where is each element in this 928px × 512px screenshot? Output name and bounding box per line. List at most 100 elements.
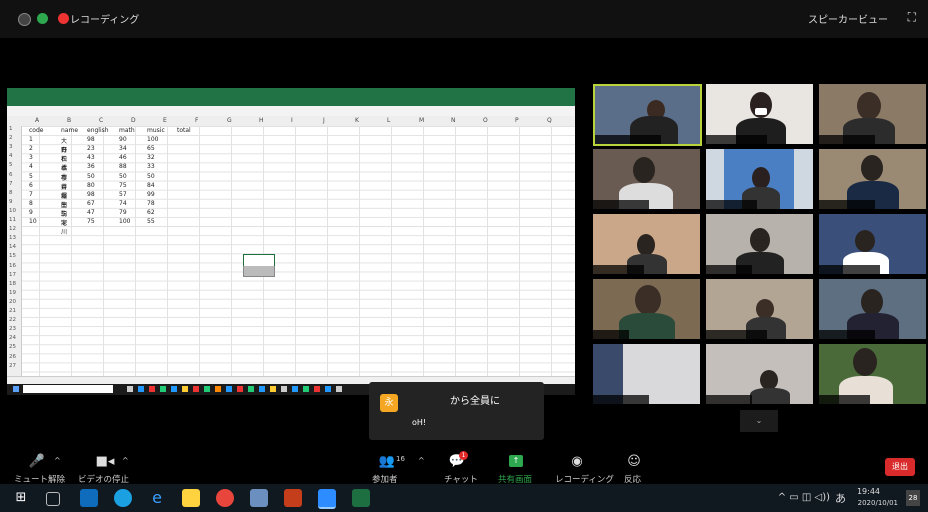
- edge-icon[interactable]: [114, 489, 132, 507]
- data-cell[interactable]: 33: [147, 163, 155, 170]
- data-cell[interactable]: 32: [147, 154, 155, 161]
- speaker-view-button[interactable]: スピーカービュー: [808, 11, 888, 26]
- row-header[interactable]: 21: [9, 308, 16, 314]
- notifications-icon[interactable]: 28: [906, 490, 920, 506]
- row-header[interactable]: 25: [9, 344, 16, 350]
- column-header[interactable]: D: [131, 117, 136, 124]
- data-cell[interactable]: 50: [147, 173, 155, 180]
- data-cell[interactable]: 7: [29, 191, 33, 198]
- header-cell[interactable]: code: [29, 127, 43, 134]
- row-header[interactable]: 7: [9, 181, 13, 187]
- share-screen-icon[interactable]: ↑: [509, 455, 523, 467]
- row-header[interactable]: 20: [9, 299, 16, 305]
- row-header[interactable]: 12: [9, 226, 16, 232]
- row-header[interactable]: 8: [9, 190, 13, 196]
- row-header[interactable]: 27: [9, 363, 16, 369]
- row-header[interactable]: 2: [9, 135, 13, 141]
- video-tile[interactable]: [819, 84, 926, 144]
- row-header[interactable]: 3: [9, 144, 13, 150]
- data-cell[interactable]: 1: [29, 136, 33, 143]
- column-header[interactable]: P: [515, 117, 519, 124]
- row-header[interactable]: 26: [9, 354, 16, 360]
- row-header[interactable]: 15: [9, 253, 16, 259]
- data-cell[interactable]: 75: [87, 218, 95, 225]
- row-header[interactable]: 22: [9, 317, 16, 323]
- data-cell[interactable]: 34: [119, 145, 127, 152]
- row-header[interactable]: 6: [9, 172, 13, 178]
- row-header[interactable]: 1: [9, 126, 13, 132]
- data-cell[interactable]: 74: [119, 200, 127, 207]
- video-tile[interactable]: [593, 279, 700, 339]
- app-icon[interactable]: [250, 489, 268, 507]
- ime-indicator[interactable]: あ: [835, 490, 846, 506]
- data-cell[interactable]: 78: [147, 200, 155, 207]
- microphone-muted-icon[interactable]: 🎤: [22, 454, 52, 469]
- data-cell[interactable]: 9: [29, 209, 33, 216]
- outlook-icon[interactable]: [80, 489, 98, 507]
- leave-meeting-button[interactable]: 退出: [885, 458, 915, 476]
- column-header[interactable]: G: [227, 117, 232, 124]
- data-cell[interactable]: 99: [147, 191, 155, 198]
- header-cell[interactable]: english: [87, 127, 109, 134]
- video-tile[interactable]: [706, 84, 813, 144]
- security-shield-icon[interactable]: [37, 13, 48, 24]
- data-cell[interactable]: 98: [87, 191, 95, 198]
- data-cell[interactable]: 5: [29, 173, 33, 180]
- video-tile-active-speaker[interactable]: [593, 84, 702, 146]
- record-icon[interactable]: ◉: [562, 454, 592, 469]
- gallery-page-chevron-icon[interactable]: ⌄: [740, 410, 778, 432]
- data-cell[interactable]: 100: [119, 218, 130, 225]
- clock-time[interactable]: 19:44: [857, 487, 880, 496]
- column-header[interactable]: I: [291, 117, 293, 124]
- data-cell[interactable]: 75: [119, 182, 127, 189]
- chevron-up-icon[interactable]: ^: [54, 456, 61, 465]
- row-header[interactable]: 23: [9, 326, 16, 332]
- data-cell[interactable]: 43: [87, 154, 95, 161]
- row-header[interactable]: 9: [9, 199, 13, 205]
- excel-icon[interactable]: [352, 489, 370, 507]
- data-cell[interactable]: 6: [29, 182, 33, 189]
- video-tile[interactable]: [819, 279, 926, 339]
- row-header[interactable]: 18: [9, 281, 16, 287]
- fullscreen-icon[interactable]: ⛶: [908, 10, 916, 25]
- chevron-up-icon[interactable]: ^: [418, 456, 425, 465]
- chevron-up-icon[interactable]: ^: [122, 456, 129, 465]
- row-header[interactable]: 11: [9, 217, 16, 223]
- data-cell[interactable]: 36: [87, 163, 95, 170]
- row-header[interactable]: 17: [9, 272, 16, 278]
- data-cell[interactable]: 67: [87, 200, 95, 207]
- zoom-icon[interactable]: [318, 489, 336, 509]
- column-header[interactable]: K: [355, 117, 359, 124]
- data-cell[interactable]: 65: [147, 145, 155, 152]
- column-header[interactable]: A: [35, 117, 39, 124]
- video-tile[interactable]: [706, 344, 813, 404]
- row-header[interactable]: 4: [9, 153, 13, 159]
- data-cell[interactable]: 10: [29, 218, 37, 225]
- windows-start-icon[interactable]: ⊞: [12, 489, 30, 507]
- column-header[interactable]: H: [259, 117, 264, 124]
- row-header[interactable]: 14: [9, 244, 16, 250]
- row-header[interactable]: 19: [9, 290, 16, 296]
- header-cell[interactable]: math: [119, 127, 135, 134]
- video-tile[interactable]: [593, 149, 700, 209]
- data-cell[interactable]: 57: [119, 191, 127, 198]
- column-header[interactable]: F: [195, 117, 198, 124]
- data-cell[interactable]: 100: [147, 136, 158, 143]
- column-header[interactable]: L: [387, 117, 390, 124]
- column-header[interactable]: C: [99, 117, 103, 124]
- video-tile[interactable]: [593, 344, 700, 404]
- task-view-icon[interactable]: [46, 492, 60, 506]
- info-icon[interactable]: [18, 13, 31, 26]
- column-header[interactable]: E: [163, 117, 167, 124]
- video-tile[interactable]: [706, 279, 813, 339]
- row-header[interactable]: 16: [9, 263, 16, 269]
- video-tile[interactable]: [819, 214, 926, 274]
- column-header[interactable]: N: [451, 117, 456, 124]
- chrome-icon[interactable]: [216, 489, 234, 507]
- file-explorer-icon[interactable]: [182, 489, 200, 507]
- clock-date[interactable]: 2020/10/01: [858, 499, 898, 507]
- video-tile[interactable]: [593, 214, 700, 274]
- video-tile[interactable]: [706, 149, 813, 209]
- data-cell[interactable]: 88: [119, 163, 127, 170]
- column-header[interactable]: M: [419, 117, 424, 124]
